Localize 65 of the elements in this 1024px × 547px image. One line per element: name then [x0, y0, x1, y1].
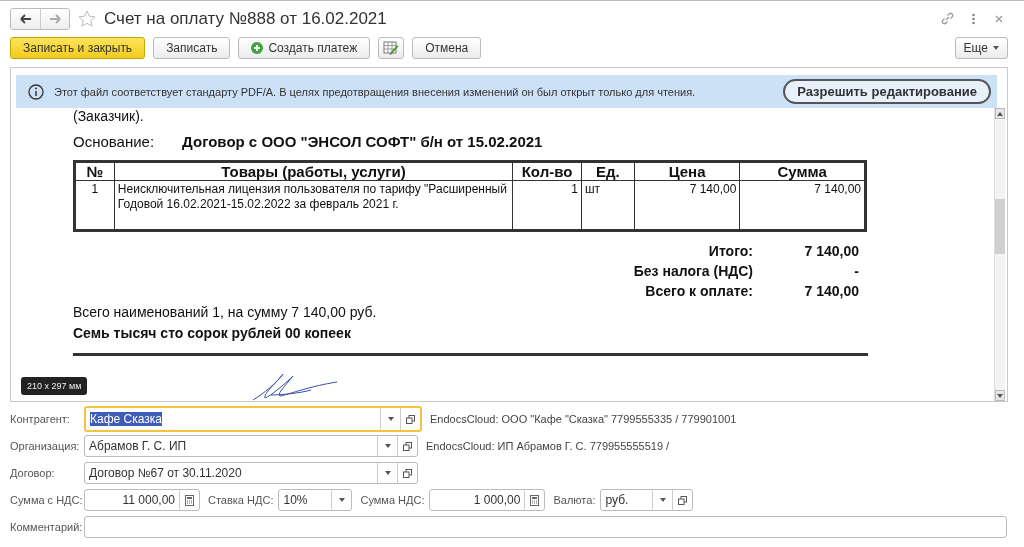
counterparty-info: EndocsCloud: ООО "Кафе "Сказка" 7799555335 / 779901001 [430, 413, 737, 425]
open-icon [403, 441, 412, 451]
total-value: 7 140,00 [803, 243, 859, 259]
caret-icon [387, 417, 394, 421]
field-label: Валюта: [553, 494, 596, 506]
window-title: Счет на оплату №888 от 16.02.2021 [104, 8, 387, 29]
caret-icon [338, 498, 345, 502]
input-field[interactable]: Кафе Сказка [84, 406, 422, 432]
total-label: Итого: [707, 243, 753, 259]
caret-icon [384, 444, 391, 448]
up-arrow-icon [997, 111, 1003, 116]
total-value: - [853, 263, 859, 279]
save-close-button[interactable]: Записать и закрыть [10, 37, 146, 59]
input-field[interactable]: 10% [278, 489, 353, 511]
field-label: Контрагент: [10, 413, 71, 425]
field-label: Ставка НДС: [208, 494, 274, 506]
more-button[interactable]: Еще [954, 37, 1008, 59]
notice-text: Этот файл соответствует стандарту PDF/A. В целях предотвращения внесения изменений он был открыт только для чтения. [54, 85, 697, 98]
field-label: Комментарий: [10, 521, 84, 533]
info-icon [28, 83, 44, 100]
scrollbar[interactable] [994, 108, 1005, 401]
allow-editing-button[interactable]: Разрешить редактирование [783, 79, 991, 104]
field-label: Договор: [10, 467, 56, 479]
caret-icon [659, 498, 666, 502]
left-arrow-icon [19, 13, 32, 24]
caret-icon [993, 46, 999, 50]
caret-icon [384, 471, 391, 475]
create-payment-button[interactable]: Создать платеж [238, 37, 371, 59]
basis-text: Договор с ООО "ЭНСОЛ СОФТ" б/н от 15.02.2021 [182, 133, 543, 150]
scrollbar-thumb[interactable] [995, 199, 1005, 254]
basis-label: Основание: [73, 133, 155, 150]
right-arrow-icon [49, 13, 61, 24]
open-icon [406, 414, 415, 424]
amount-in-words: Семь тысяч сто сорок рублей 00 копеек [73, 325, 352, 341]
total-value: 7 140,00 [803, 283, 859, 299]
document-text: (Заказчик). [73, 108, 145, 124]
column-header: № [74, 161, 115, 181]
input-field[interactable]: руб. [600, 489, 694, 511]
plus-icon [251, 42, 264, 54]
field-label: Организация: [10, 440, 81, 452]
toolbar-button[interactable]: Отмена [412, 37, 482, 59]
page-size-badge: 210 x 297 мм [21, 377, 88, 395]
input-field[interactable]: Абрамов Г. С. ИП [84, 435, 418, 457]
open-icon [678, 495, 688, 505]
input-field[interactable]: 11 000,00 [84, 489, 200, 511]
field-label: Сумма с НДС: [10, 494, 84, 506]
toolbar-button[interactable]: Записать [153, 37, 231, 59]
open-icon [403, 468, 412, 478]
star-icon[interactable] [78, 10, 96, 27]
column-header: Цена [634, 161, 740, 181]
column-header: Ед. [581, 161, 635, 181]
input-field[interactable]: Договор №67 от 30.11.2020 [84, 462, 418, 484]
column-header: Кол-во [512, 161, 582, 181]
summary-text: Всего наименований 1, на сумму 7 140,00 руб. [73, 304, 378, 320]
caret-icon [997, 393, 1003, 398]
column-header: Товары (работы, услуги) [114, 161, 513, 181]
total-label: Всего к оплате: [644, 283, 753, 299]
calculator-icon [185, 494, 194, 506]
input-field[interactable]: 1 000,00 [429, 489, 546, 511]
input-field[interactable] [84, 516, 1007, 538]
counterparty-info: EndocsCloud: ИП Абрамов Г. С. 779955555519 / [426, 440, 670, 452]
field-label: Сумма НДС: [360, 494, 425, 506]
total-label: Без налога (НДС) [632, 263, 753, 279]
edit-table-button[interactable] [378, 37, 405, 59]
calculator-icon [530, 494, 540, 506]
